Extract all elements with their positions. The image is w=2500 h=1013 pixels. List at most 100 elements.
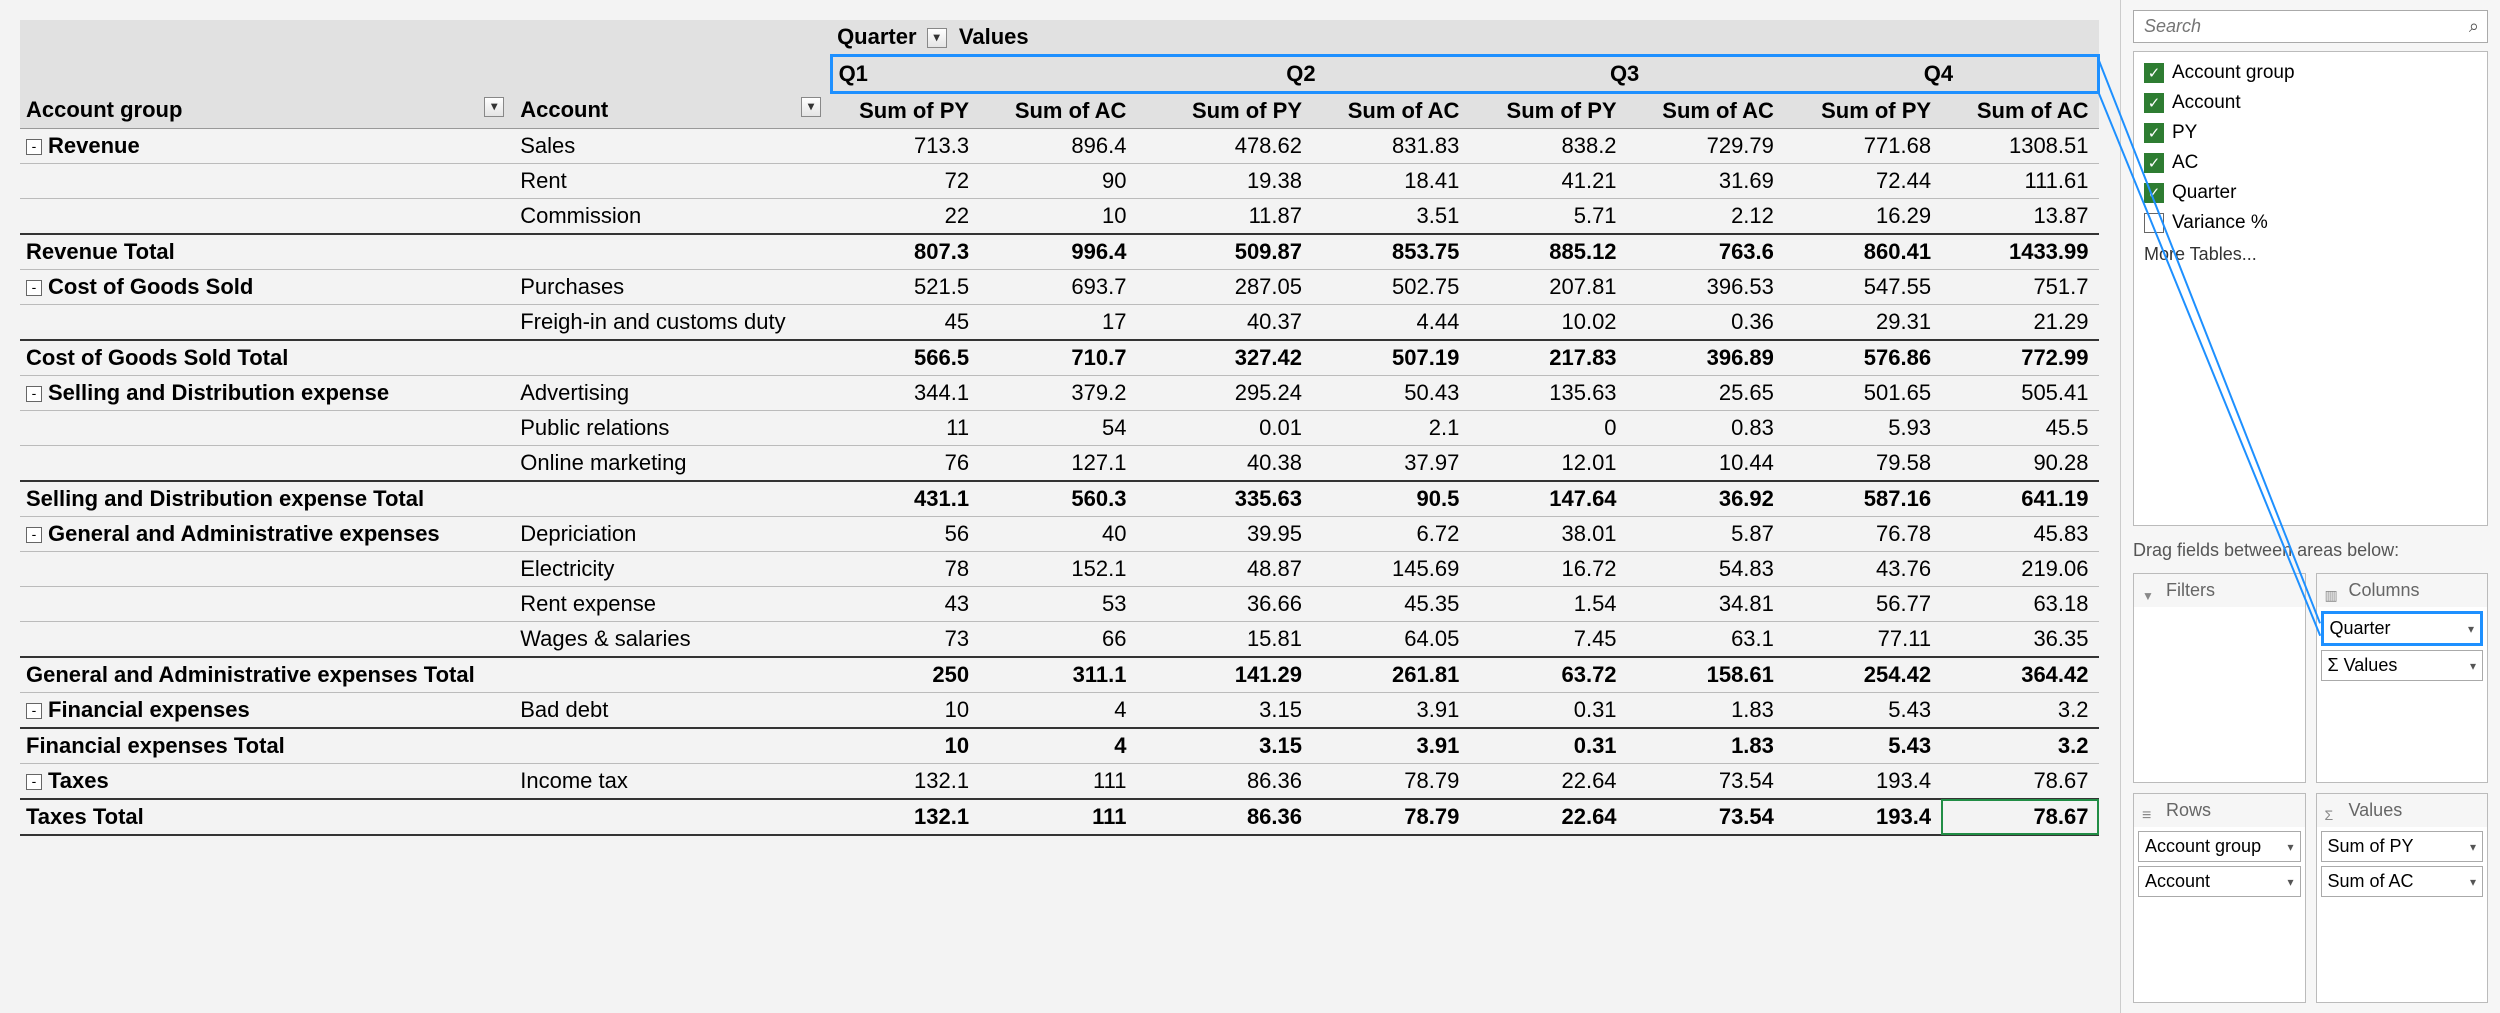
- value-cell[interactable]: 0.36: [1627, 305, 1784, 341]
- value-cell[interactable]: 2.12: [1627, 199, 1784, 235]
- value-cell[interactable]: 250: [831, 657, 979, 693]
- value-cell[interactable]: 193.4: [1784, 799, 1941, 835]
- value-cell[interactable]: 73.54: [1627, 764, 1784, 800]
- value-cell[interactable]: 10: [979, 199, 1136, 235]
- value-cell[interactable]: 78.79: [1312, 764, 1469, 800]
- value-cell[interactable]: 56.77: [1784, 587, 1941, 622]
- value-cell[interactable]: 36.92: [1627, 481, 1784, 517]
- rows-area[interactable]: Rows Account group▾Account▾: [2133, 793, 2306, 1003]
- value-cell[interactable]: 12.01: [1469, 446, 1626, 482]
- value-cell[interactable]: 39.95: [1136, 517, 1312, 552]
- row-label[interactable]: -General and Administrative expenses: [20, 517, 514, 552]
- value-cell[interactable]: 45.5: [1941, 411, 2098, 446]
- value-cell[interactable]: 335.63: [1136, 481, 1312, 517]
- value-cell[interactable]: 860.41: [1784, 234, 1941, 270]
- value-cell[interactable]: 396.53: [1627, 270, 1784, 305]
- columns-chip[interactable]: Quarter▾: [2321, 611, 2484, 646]
- field-item[interactable]: ✓Account: [2142, 88, 2479, 118]
- value-cell[interactable]: 5.71: [1469, 199, 1626, 235]
- values-chip[interactable]: Sum of PY▾: [2321, 831, 2484, 862]
- value-cell[interactable]: 219.06: [1941, 552, 2098, 587]
- value-cell[interactable]: 73.54: [1627, 799, 1784, 835]
- value-cell[interactable]: 505.41: [1941, 376, 2098, 411]
- checkbox-icon[interactable]: ✓: [2144, 63, 2164, 83]
- value-cell[interactable]: 295.24: [1136, 376, 1312, 411]
- value-cell[interactable]: 40: [979, 517, 1136, 552]
- value-cell[interactable]: 807.3: [831, 234, 979, 270]
- value-cell[interactable]: 7.45: [1469, 622, 1626, 658]
- value-cell[interactable]: 78: [831, 552, 979, 587]
- value-cell[interactable]: 43.76: [1784, 552, 1941, 587]
- value-cell[interactable]: 72.44: [1784, 164, 1941, 199]
- value-cell[interactable]: 16.29: [1784, 199, 1941, 235]
- value-cell[interactable]: 34.81: [1627, 587, 1784, 622]
- value-cell[interactable]: 152.1: [979, 552, 1136, 587]
- value-cell[interactable]: 501.65: [1784, 376, 1941, 411]
- value-cell[interactable]: 772.99: [1941, 340, 2098, 376]
- value-cell[interactable]: 5.43: [1784, 693, 1941, 729]
- value-cell[interactable]: 327.42: [1136, 340, 1312, 376]
- value-cell[interactable]: 729.79: [1627, 129, 1784, 164]
- value-cell[interactable]: 53: [979, 587, 1136, 622]
- value-cell[interactable]: 11.87: [1136, 199, 1312, 235]
- value-cell[interactable]: 396.89: [1627, 340, 1784, 376]
- value-cell[interactable]: 43: [831, 587, 979, 622]
- value-cell[interactable]: 145.69: [1312, 552, 1469, 587]
- value-cell[interactable]: 86.36: [1136, 764, 1312, 800]
- row-label[interactable]: -Revenue: [20, 129, 514, 164]
- value-cell[interactable]: 77.11: [1784, 622, 1941, 658]
- value-cell[interactable]: 10: [831, 728, 979, 764]
- value-cell[interactable]: 502.75: [1312, 270, 1469, 305]
- value-cell[interactable]: 710.7: [979, 340, 1136, 376]
- collapse-icon[interactable]: -: [26, 703, 42, 719]
- value-cell[interactable]: 771.68: [1784, 129, 1941, 164]
- rows-chip[interactable]: Account▾: [2138, 866, 2301, 897]
- value-cell[interactable]: 507.19: [1312, 340, 1469, 376]
- value-cell[interactable]: 587.16: [1784, 481, 1941, 517]
- value-cell[interactable]: 78.79: [1312, 799, 1469, 835]
- value-cell[interactable]: 36.66: [1136, 587, 1312, 622]
- value-cell[interactable]: 25.65: [1627, 376, 1784, 411]
- value-cell[interactable]: 86.36: [1136, 799, 1312, 835]
- value-cell[interactable]: 11: [831, 411, 979, 446]
- value-cell[interactable]: 207.81: [1469, 270, 1626, 305]
- value-cell[interactable]: 158.61: [1627, 657, 1784, 693]
- collapse-icon[interactable]: -: [26, 139, 42, 155]
- value-cell[interactable]: 831.83: [1312, 129, 1469, 164]
- field-item[interactable]: ✓Quarter: [2142, 178, 2479, 208]
- value-cell[interactable]: 6.72: [1312, 517, 1469, 552]
- value-cell[interactable]: 1433.99: [1941, 234, 2098, 270]
- value-cell[interactable]: 5.87: [1627, 517, 1784, 552]
- value-cell[interactable]: 29.31: [1784, 305, 1941, 341]
- value-cell[interactable]: 1.83: [1627, 728, 1784, 764]
- value-cell[interactable]: 17: [979, 305, 1136, 341]
- columns-chip[interactable]: Σ Values▾: [2321, 650, 2484, 681]
- account-group-filter-dropdown[interactable]: ▾: [484, 97, 504, 117]
- value-cell[interactable]: 76.78: [1784, 517, 1941, 552]
- value-cell[interactable]: 63.1: [1627, 622, 1784, 658]
- value-cell[interactable]: 90: [979, 164, 1136, 199]
- value-cell[interactable]: 22.64: [1469, 799, 1626, 835]
- value-cell[interactable]: 3.91: [1312, 693, 1469, 729]
- value-cell[interactable]: 713.3: [831, 129, 979, 164]
- value-cell[interactable]: 132.1: [831, 799, 979, 835]
- field-item[interactable]: Variance %: [2142, 208, 2479, 238]
- value-cell[interactable]: 73: [831, 622, 979, 658]
- value-cell[interactable]: 379.2: [979, 376, 1136, 411]
- value-cell[interactable]: 3.15: [1136, 728, 1312, 764]
- value-cell[interactable]: 45.35: [1312, 587, 1469, 622]
- value-cell[interactable]: 10.02: [1469, 305, 1626, 341]
- value-cell[interactable]: 40.37: [1136, 305, 1312, 341]
- value-cell[interactable]: 693.7: [979, 270, 1136, 305]
- value-cell[interactable]: 111: [979, 764, 1136, 800]
- value-cell[interactable]: 896.4: [979, 129, 1136, 164]
- value-cell[interactable]: 56: [831, 517, 979, 552]
- collapse-icon[interactable]: -: [26, 386, 42, 402]
- value-cell[interactable]: 521.5: [831, 270, 979, 305]
- value-cell[interactable]: 63.72: [1469, 657, 1626, 693]
- value-cell[interactable]: 13.87: [1941, 199, 2098, 235]
- value-cell[interactable]: 3.2: [1941, 693, 2098, 729]
- value-cell[interactable]: 5.93: [1784, 411, 1941, 446]
- value-cell[interactable]: 15.81: [1136, 622, 1312, 658]
- value-cell[interactable]: 48.87: [1136, 552, 1312, 587]
